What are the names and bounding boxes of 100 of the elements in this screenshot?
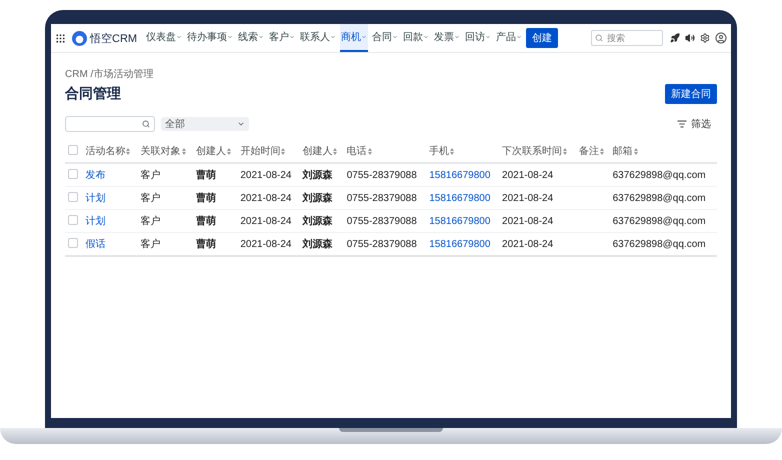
table-cell: 637629898@qq.com bbox=[612, 170, 706, 180]
table-cell: 637629898@qq.com bbox=[612, 192, 706, 204]
column-header: 电话 bbox=[346, 144, 367, 158]
user-avatar-icon[interactable] bbox=[715, 32, 727, 44]
nav-tab[interactable]: 线索 bbox=[237, 24, 266, 52]
nav-tab[interactable]: 客户 bbox=[268, 24, 296, 52]
table-cell: 2021-08-24 bbox=[502, 192, 554, 204]
chevron-down-icon bbox=[330, 34, 336, 40]
table-link[interactable]: 假话 bbox=[85, 239, 106, 250]
table-cell: 2021-08-24 bbox=[240, 170, 292, 180]
table-cell: 0755-28379088 bbox=[346, 216, 417, 226]
chevron-down-icon bbox=[289, 34, 296, 40]
filter-dropdown[interactable]: 全部 bbox=[161, 117, 249, 131]
speaker-icon[interactable] bbox=[685, 33, 695, 43]
chevron-down-icon bbox=[392, 34, 398, 40]
table-link[interactable]: 15816679800 bbox=[429, 216, 490, 226]
table-cell: 客户 bbox=[140, 193, 161, 204]
table-link[interactable]: 15816679800 bbox=[429, 192, 490, 204]
table-cell: 2021-08-24 bbox=[502, 216, 554, 226]
app-name: 悟空CRM bbox=[90, 32, 138, 46]
chevron-down-icon bbox=[176, 34, 182, 40]
column-header: 开始时间 bbox=[240, 144, 280, 158]
nav-tab[interactable]: 回款 bbox=[402, 24, 430, 52]
new-contract-button[interactable]: 新建合同 bbox=[665, 84, 717, 104]
chevron-down-icon bbox=[237, 120, 245, 128]
row-checkbox[interactable] bbox=[68, 192, 78, 202]
chevron-down-icon bbox=[227, 34, 234, 40]
table-cell: 客户 bbox=[140, 239, 161, 250]
sort-icon[interactable] bbox=[368, 148, 372, 154]
table-cell: 0755-28379088 bbox=[346, 170, 417, 180]
app-grid-icon[interactable] bbox=[55, 32, 66, 44]
table-link[interactable]: 15816679800 bbox=[429, 238, 490, 250]
settings-icon[interactable] bbox=[700, 33, 710, 43]
table-cell: 2021-08-24 bbox=[502, 238, 554, 250]
chevron-down-icon bbox=[454, 34, 460, 40]
search-field[interactable] bbox=[65, 116, 155, 132]
chevron-down-icon bbox=[423, 34, 430, 40]
chevron-down-icon bbox=[516, 34, 522, 40]
table-cell: 2021-08-24 bbox=[502, 170, 554, 180]
column-header: 关联对象 bbox=[140, 144, 181, 158]
table-cell: 0755-28379088 bbox=[346, 192, 417, 204]
row-checkbox[interactable] bbox=[68, 238, 78, 248]
column-header: 手机 bbox=[429, 144, 450, 158]
table-cell: 刘源森 bbox=[302, 216, 332, 227]
nav-tab[interactable]: 产品 bbox=[495, 24, 524, 52]
nav-tab[interactable]: 发票 bbox=[433, 24, 462, 52]
table-cell: 637629898@qq.com bbox=[612, 216, 706, 226]
table-cell: 2021-08-24 bbox=[240, 238, 292, 250]
column-header: 活动名称 bbox=[85, 145, 126, 158]
sort-icon[interactable] bbox=[450, 148, 454, 154]
table-cell: 2021-08-24 bbox=[240, 216, 292, 226]
logo-icon bbox=[72, 30, 87, 46]
table-cell: 2021-08-24 bbox=[240, 192, 292, 204]
sort-icon[interactable] bbox=[182, 148, 186, 154]
create-button[interactable]: 创建 bbox=[526, 28, 558, 48]
nav-tab[interactable]: 商机 bbox=[340, 24, 368, 52]
table-link[interactable]: 15816679800 bbox=[429, 170, 490, 180]
nav-tab[interactable]: 联系人 bbox=[299, 24, 338, 52]
select-all-checkbox[interactable] bbox=[68, 144, 78, 154]
chevron-down-icon bbox=[258, 34, 264, 40]
nav-tab[interactable]: 仪表盘 bbox=[145, 24, 184, 52]
row-checkbox[interactable] bbox=[68, 214, 78, 224]
column-header: 下次联系时间 bbox=[502, 144, 562, 158]
filter-icon bbox=[677, 119, 687, 129]
sort-icon[interactable] bbox=[634, 148, 638, 154]
table-link[interactable]: 计划 bbox=[85, 193, 106, 204]
column-header: 邮箱 bbox=[612, 144, 633, 158]
filter-button[interactable]: 筛选 bbox=[671, 116, 717, 132]
table-cell: 刘源森 bbox=[302, 239, 332, 250]
search-icon bbox=[142, 120, 150, 128]
table-cell: 客户 bbox=[140, 170, 161, 181]
table-link[interactable]: 计划 bbox=[85, 216, 106, 227]
table-cell: 刘源森 bbox=[302, 170, 332, 181]
table-cell: 637629898@qq.com bbox=[612, 238, 706, 250]
sort-icon[interactable] bbox=[126, 148, 130, 154]
table-cell: 曹萌 bbox=[196, 216, 216, 227]
nav-tab[interactable]: 回访 bbox=[464, 24, 492, 52]
sort-icon[interactable] bbox=[600, 148, 604, 154]
sort-icon[interactable] bbox=[563, 148, 568, 154]
sort-icon[interactable] bbox=[281, 148, 286, 154]
breadcrumb: CRM /市场活动管理 bbox=[65, 68, 154, 81]
column-header: 创建人 bbox=[196, 144, 226, 158]
rocket-icon[interactable] bbox=[670, 33, 680, 43]
table-cell: 刘源森 bbox=[302, 193, 332, 204]
table-cell: 曹萌 bbox=[196, 239, 216, 250]
row-checkbox[interactable] bbox=[68, 168, 78, 178]
sort-icon[interactable] bbox=[333, 148, 338, 154]
sort-icon[interactable] bbox=[226, 148, 231, 154]
nav-tab[interactable]: 合同 bbox=[371, 24, 400, 52]
chevron-down-icon bbox=[361, 34, 368, 40]
chevron-down-icon bbox=[485, 34, 492, 40]
table-cell: 客户 bbox=[140, 216, 161, 227]
search-field[interactable]: 搜索 bbox=[591, 30, 663, 46]
nav-tab[interactable]: 待办事项 bbox=[186, 24, 234, 52]
search-icon bbox=[595, 34, 603, 42]
table-cell: 0755-28379088 bbox=[346, 238, 417, 250]
table-cell: 曹萌 bbox=[196, 193, 216, 204]
column-header: 备注 bbox=[579, 144, 599, 158]
table-cell: 曹萌 bbox=[196, 170, 216, 181]
table-link[interactable]: 发布 bbox=[85, 170, 106, 181]
